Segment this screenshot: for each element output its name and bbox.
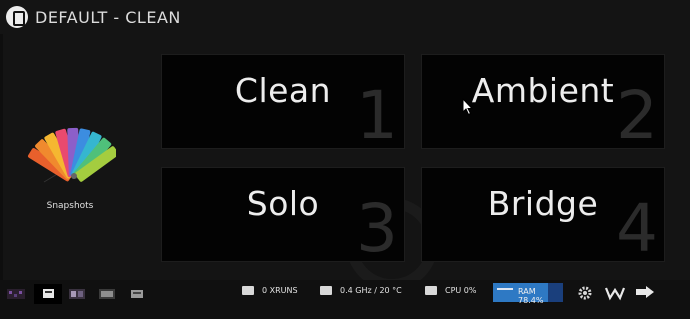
xruns-icon — [242, 286, 254, 295]
color-swatch-fan-icon — [24, 118, 119, 190]
left-edge-divider — [0, 34, 3, 285]
pedalboard-tile-clean[interactable]: 1 Clean — [161, 54, 405, 149]
pedalboard-name: Clean — [234, 71, 332, 110]
file-manager-icon[interactable] — [67, 287, 87, 301]
cpu-freq-text: 0.4 GHz / 20 °C — [340, 286, 402, 295]
pedalboard-tile-ambient[interactable]: 2 Ambient — [421, 54, 665, 149]
snapshots-button[interactable]: Snapshots — [24, 118, 119, 218]
xruns-text: 0 XRUNS — [262, 286, 298, 295]
footer-bar: 0 XRUNS 0.4 GHz / 20 °C CPU 0% RAM 78.4% — [0, 280, 690, 319]
window-title: DEFAULT - CLEAN — [35, 7, 181, 27]
pedalboard-view-icon[interactable] — [6, 287, 26, 301]
cloud-store-icon[interactable] — [97, 287, 117, 301]
mod-logo-icon[interactable] — [6, 6, 28, 28]
cpu-frequency-temperature: 0.4 GHz / 20 °C — [320, 286, 402, 295]
ram-text: RAM 78.4% — [518, 287, 544, 305]
pedalboard-tile-bridge[interactable]: 4 Bridge — [421, 167, 665, 262]
pedalboard-name: Ambient — [471, 71, 615, 110]
transport-icon[interactable] — [634, 285, 656, 301]
snapshots-label: Snapshots — [46, 201, 94, 211]
ram-usage-indicator: RAM 78.4% — [493, 283, 563, 305]
gear-icon[interactable] — [575, 285, 595, 301]
bank-view-button[interactable] — [34, 284, 62, 304]
xruns-indicator: 0 XRUNS — [242, 286, 298, 295]
mouse-cursor-icon — [462, 98, 474, 116]
bank-icon — [43, 289, 54, 298]
ram-icon — [497, 288, 513, 297]
pedalboard-name: Solo — [246, 184, 320, 223]
cpu-freq-icon — [320, 286, 332, 295]
cpu-usage-indicator: CPU 0% — [425, 286, 477, 295]
pedalboard-tile-solo[interactable]: 3 Solo — [161, 167, 405, 262]
cpu-text: CPU 0% — [445, 286, 477, 295]
cpu-icon — [425, 286, 437, 295]
title-bar: DEFAULT - CLEAN — [0, 0, 690, 34]
pedalboard-name: Bridge — [487, 184, 599, 223]
midi-port-icon[interactable] — [604, 285, 626, 301]
settings-device-icon[interactable] — [127, 287, 147, 301]
